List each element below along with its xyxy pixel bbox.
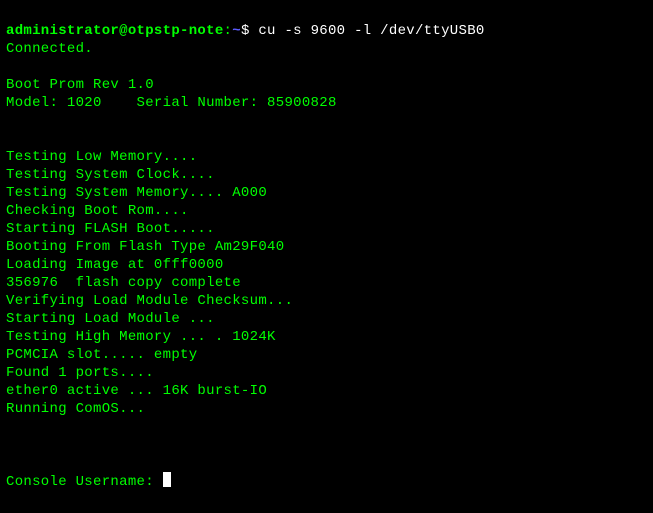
cursor	[163, 472, 171, 487]
prompt-user-host: administrator@otpstp-note	[6, 23, 224, 39]
line-model-serial: Model: 1020 Serial Number: 85900828	[6, 95, 337, 111]
line-ether0: ether0 active ... 16K burst-IO	[6, 383, 267, 399]
prompt-dollar: $	[241, 23, 250, 39]
line-test-high-memory: Testing High Memory ... . 1024K	[6, 329, 276, 345]
line-test-system-clock: Testing System Clock....	[6, 167, 215, 183]
line-test-system-memory: Testing System Memory.... A000	[6, 185, 267, 201]
line-boot-flash-type: Booting From Flash Type Am29F040	[6, 239, 284, 255]
line-verify-checksum: Verifying Load Module Checksum...	[6, 293, 293, 309]
line-flash-copy: 356976 flash copy complete	[6, 275, 241, 291]
console-username-prompt[interactable]: Console Username:	[6, 474, 171, 490]
line-check-boot-rom: Checking Boot Rom....	[6, 203, 189, 219]
line-connected: Connected.	[6, 41, 93, 57]
line-pcmcia-slot: PCMCIA slot..... empty	[6, 347, 197, 363]
line-boot-prom: Boot Prom Rev 1.0	[6, 77, 154, 93]
line-running-comos: Running ComOS...	[6, 401, 145, 417]
line-test-low-memory: Testing Low Memory....	[6, 149, 197, 165]
prompt-sep: :	[224, 23, 233, 39]
line-found-ports: Found 1 ports....	[6, 365, 154, 381]
console-username-label: Console Username:	[6, 474, 163, 490]
line-start-flash-boot: Starting FLASH Boot.....	[6, 221, 215, 237]
prompt-command: cu -s 9600 -l /dev/ttyUSB0	[258, 23, 484, 39]
terminal-window[interactable]: administrator@otpstp-note:~$ cu -s 9600 …	[0, 0, 653, 495]
prompt-cwd: ~	[232, 23, 241, 39]
line-start-load-module: Starting Load Module ...	[6, 311, 215, 327]
line-load-image: Loading Image at 0fff0000	[6, 257, 224, 273]
shell-prompt-line: administrator@otpstp-note:~$ cu -s 9600 …	[6, 23, 485, 39]
